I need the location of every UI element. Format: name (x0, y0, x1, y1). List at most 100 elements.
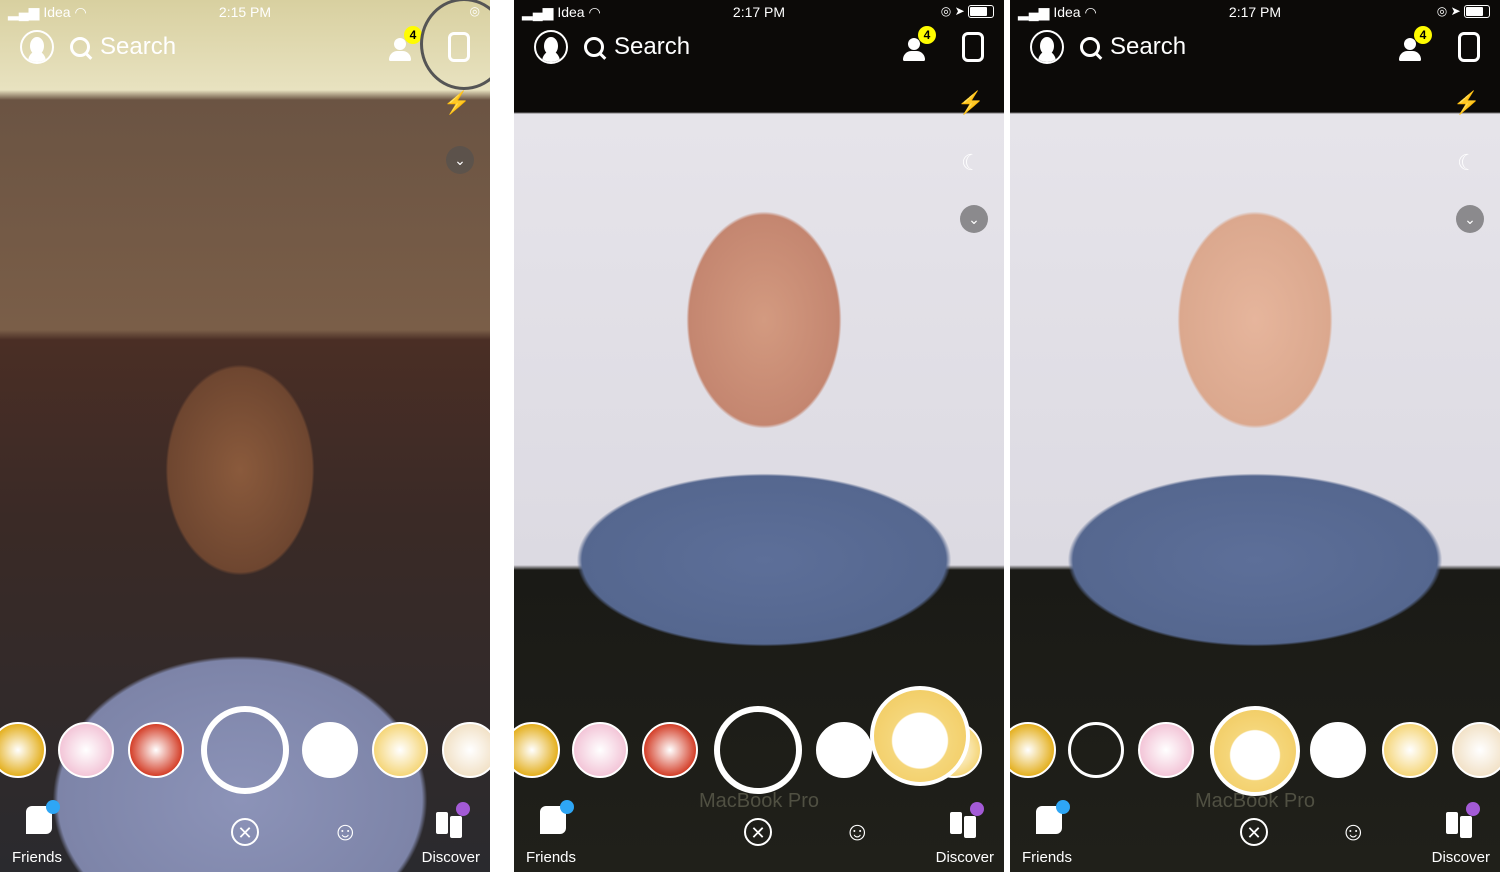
discover-notification-dot (456, 802, 470, 816)
search-button[interactable]: Search (584, 33, 690, 61)
lens-item[interactable] (128, 722, 184, 778)
status-bar: ▂▄▆ Idea ◠ 2:17 PM ◎ ➤ (1010, 4, 1500, 22)
lens-explorer-icon[interactable]: ☺ (1340, 816, 1367, 847)
chat-icon[interactable] (540, 800, 574, 834)
lens-item[interactable] (1010, 722, 1056, 778)
lens-item[interactable] (1310, 722, 1366, 778)
status-icons: ◎ ➤ (940, 4, 994, 19)
selected-lens[interactable] (870, 686, 970, 786)
discover-notification-dot (970, 802, 984, 816)
close-icon[interactable]: ✕ (744, 818, 772, 846)
discover-icon[interactable] (950, 802, 984, 838)
flash-off-icon[interactable]: ⚡ (1452, 90, 1482, 116)
selected-lens[interactable] (1210, 706, 1300, 796)
friends-notification-dot (46, 800, 60, 814)
status-bar: ▂▄▆ Idea ◠ 2:15 PM ◎ (0, 4, 490, 22)
lens-item[interactable] (514, 722, 560, 778)
search-button[interactable]: Search (70, 33, 176, 61)
status-bar: ▂▄▆ Idea ◠ 2:17 PM ◎ ➤ (514, 4, 1004, 22)
capture-button[interactable] (201, 706, 289, 794)
lens-item[interactable] (372, 722, 428, 778)
camera-screen-1: ▂▄▆ Idea ◠ 2:15 PM ◎ Search 4 ⚡ ⌄ ✕ ☺ Friends Disc… (0, 0, 490, 872)
add-friend-button[interactable]: 4 (1398, 26, 1432, 62)
add-friend-icon-head (908, 38, 920, 50)
search-label: Search (1110, 33, 1187, 60)
friends-notification-dot (560, 800, 574, 814)
moon-icon[interactable]: ☾ (1452, 150, 1482, 176)
flash-off-icon[interactable]: ⚡ (442, 90, 472, 116)
close-icon[interactable]: ✕ (231, 818, 259, 846)
lens-item[interactable] (572, 722, 628, 778)
capture-button[interactable] (1068, 722, 1124, 778)
discover-button[interactable]: Discover (1432, 849, 1490, 866)
discover-card-b (450, 816, 462, 838)
add-friend-icon-body (1399, 51, 1421, 61)
add-friend-icon-body (903, 51, 925, 61)
status-time: 2:15 PM (218, 4, 272, 20)
discover-card-b (964, 816, 976, 838)
camera-screen-2: ▂▄▆ Idea ◠ 2:17 PM ◎ ➤ Search 4 ⚡ ☾ ⌄ MacBook P… (514, 0, 1004, 872)
search-button[interactable]: Search (1080, 33, 1186, 61)
search-icon (70, 37, 90, 57)
close-icon[interactable]: ✕ (1240, 818, 1268, 846)
location-icon: ➤ (1450, 4, 1464, 18)
discover-icon[interactable] (436, 802, 470, 838)
lens-item[interactable] (816, 722, 872, 778)
search-icon (584, 37, 604, 57)
lens-carousel (514, 686, 1004, 796)
discover-button[interactable]: Discover (936, 849, 994, 866)
search-icon (1080, 37, 1100, 57)
orientation-lock-icon: ◎ (940, 4, 955, 18)
status-time: 2:17 PM (1228, 4, 1282, 20)
lens-item[interactable] (1138, 722, 1194, 778)
lens-item[interactable] (302, 722, 358, 778)
friends-button[interactable]: Friends (526, 849, 576, 866)
flash-off-icon[interactable]: ⚡ (956, 90, 986, 116)
discover-card-a (1446, 812, 1458, 834)
moon-icon[interactable]: ☾ (956, 150, 986, 176)
discover-card-a (950, 812, 962, 834)
friends-button[interactable]: Friends (1022, 849, 1072, 866)
chevron-down-icon[interactable]: ⌄ (960, 205, 988, 233)
search-label: Search (614, 33, 691, 60)
lens-carousel (1010, 706, 1500, 796)
camera-screen-3: ▂▄▆ Idea ◠ 2:17 PM ◎ ➤ Search 4 ⚡ ☾ ⌄ MacBook P… (1010, 0, 1500, 872)
lens-item[interactable] (442, 722, 490, 778)
highlight-ring (420, 0, 490, 90)
search-label: Search (100, 33, 177, 60)
add-friend-button[interactable]: 4 (388, 26, 422, 62)
location-icon: ➤ (954, 4, 968, 18)
profile-avatar-button[interactable] (20, 30, 54, 64)
orientation-lock-icon: ◎ (1436, 4, 1451, 18)
lens-item[interactable] (58, 722, 114, 778)
lens-item[interactable] (1452, 722, 1500, 778)
profile-avatar-button[interactable] (1030, 30, 1064, 64)
lens-explorer-icon[interactable]: ☺ (844, 816, 871, 847)
battery-icon (968, 5, 994, 19)
notification-badge: 4 (1414, 26, 1432, 44)
friends-button[interactable]: Friends (12, 849, 62, 866)
lens-item[interactable] (642, 722, 698, 778)
discover-icon[interactable] (1446, 802, 1480, 838)
chat-icon[interactable] (26, 800, 60, 834)
discover-button[interactable]: Discover (422, 849, 480, 866)
lens-carousel (0, 706, 490, 796)
flip-camera-button[interactable] (962, 32, 984, 62)
discover-notification-dot (1466, 802, 1480, 816)
add-friend-button[interactable]: 4 (902, 26, 936, 62)
chat-icon[interactable] (1036, 800, 1070, 834)
capture-button[interactable] (714, 706, 802, 794)
flip-camera-button[interactable] (1458, 32, 1480, 62)
chevron-down-icon[interactable]: ⌄ (446, 146, 474, 174)
chevron-down-icon[interactable]: ⌄ (1456, 205, 1484, 233)
status-icons: ◎ ➤ (1436, 4, 1490, 19)
discover-card-b (1460, 816, 1472, 838)
lens-item[interactable] (1382, 722, 1438, 778)
add-friend-icon-head (394, 38, 406, 50)
lens-item[interactable] (0, 722, 46, 778)
discover-card-a (436, 812, 448, 834)
lens-explorer-icon[interactable]: ☺ (332, 816, 359, 847)
profile-avatar-button[interactable] (534, 30, 568, 64)
status-time: 2:17 PM (732, 4, 786, 20)
add-friend-icon-body (389, 51, 411, 61)
